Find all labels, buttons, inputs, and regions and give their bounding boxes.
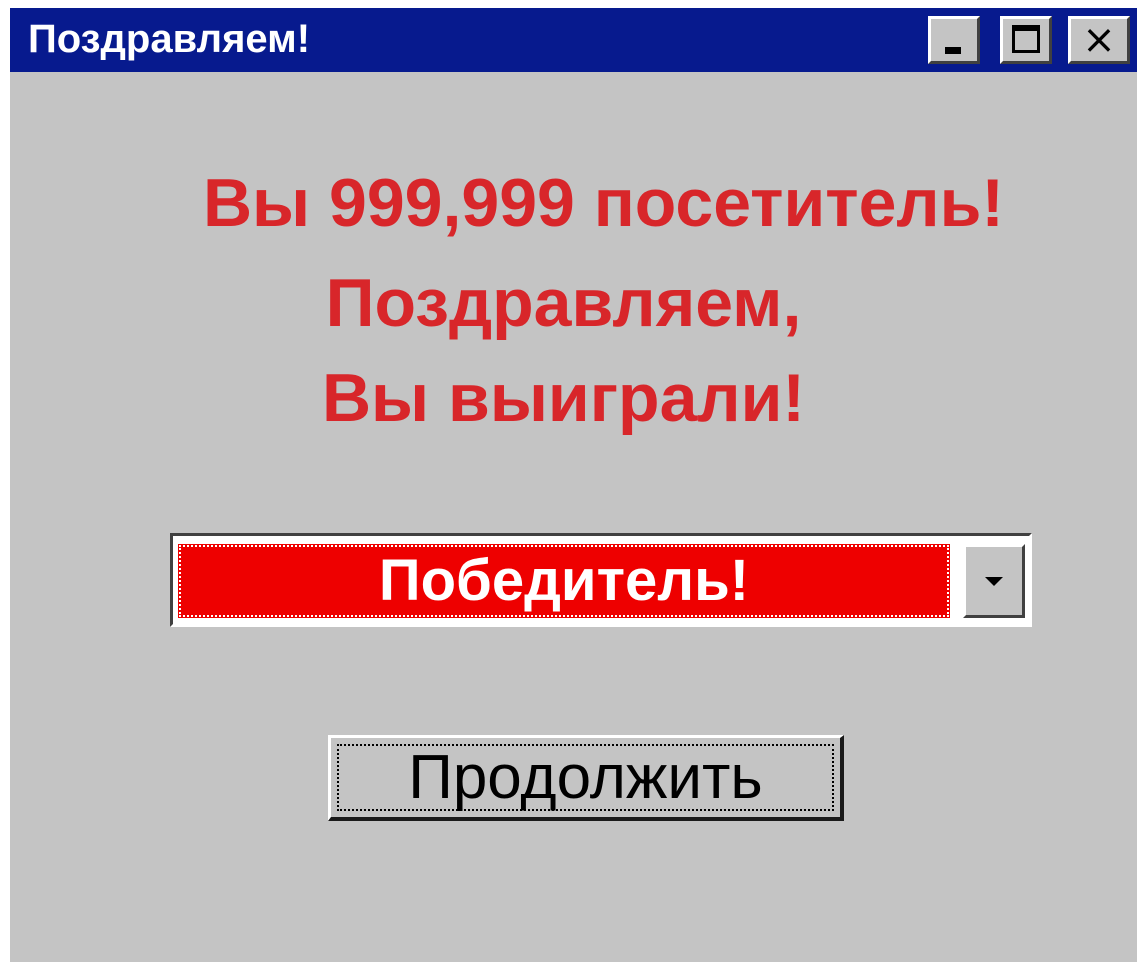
minimize-button[interactable] — [928, 16, 980, 64]
continue-button-label: Продолжить — [408, 743, 763, 812]
prize-dropdown[interactable]: Победитель! — [170, 533, 1032, 627]
message-line-1: Вы 999,999 посетитель! — [202, 165, 1005, 241]
dialog-window: Поздравляем! × Вы 999,999 посетитель! По… — [10, 8, 1137, 962]
window-title: Поздравляем! — [28, 17, 311, 61]
close-button[interactable]: × — [1068, 16, 1130, 64]
dropdown-arrow-button[interactable] — [963, 544, 1025, 618]
message-line-3: Вы выиграли! — [321, 360, 806, 436]
maximize-icon — [1012, 25, 1040, 53]
close-icon: × — [1082, 17, 1116, 63]
maximize-button[interactable] — [1000, 16, 1052, 64]
message-line-2: Поздравляем, — [325, 265, 802, 341]
minimize-icon — [945, 47, 961, 54]
chevron-down-icon — [985, 577, 1003, 586]
continue-button[interactable]: Продолжить — [328, 735, 844, 821]
title-bar[interactable]: Поздравляем! × — [10, 8, 1137, 72]
dropdown-selected-value: Победитель! — [378, 548, 750, 613]
dropdown-selected-field[interactable]: Победитель! — [178, 544, 950, 618]
